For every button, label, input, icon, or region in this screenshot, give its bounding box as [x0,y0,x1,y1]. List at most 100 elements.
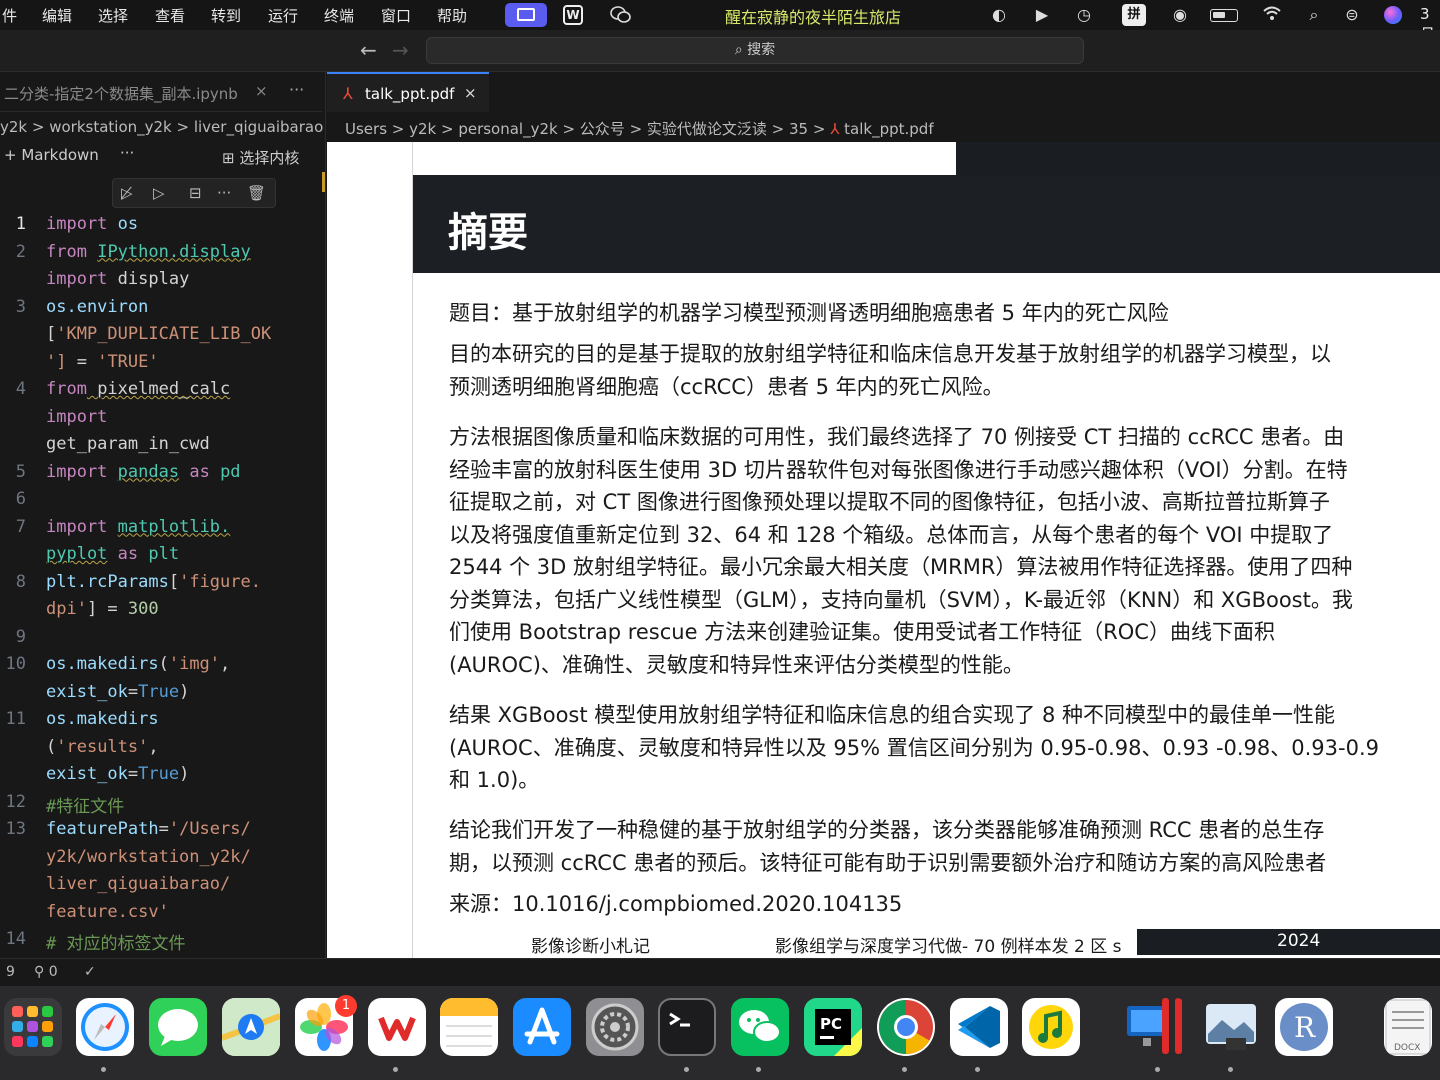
r-icon[interactable]: R [1275,998,1333,1056]
code-token: 'TRUE' [97,351,159,372]
code-line[interactable]: ['KMP_DUPLICATE_LIB_OK [0,324,306,351]
code-line[interactable]: y2k/workstation_y2k/ [0,847,306,874]
code-line[interactable]: ('results', [0,737,306,764]
user-icon[interactable]: ◉ [1170,5,1190,25]
more-icon[interactable]: ··· [120,144,134,162]
control-center-icon[interactable]: ⊜ [1342,5,1362,25]
code-line[interactable]: liver_qiguaibarao/ [0,874,306,901]
preview-icon[interactable] [1202,998,1260,1056]
time-machine-icon[interactable]: ◷ [1074,5,1094,25]
vscode-icon[interactable] [950,998,1008,1056]
music-icon[interactable] [1022,998,1080,1056]
add-markdown-button[interactable]: + Markdown [4,146,99,164]
terminal-icon[interactable] [658,998,716,1056]
more-cell-actions-icon[interactable]: ··· [217,184,231,202]
breadcrumb-file[interactable]: talk_ppt.pdf [844,120,933,138]
status-ports[interactable]: ⚲ 0 [34,964,58,980]
notes-icon[interactable] [440,998,498,1056]
siri-icon[interactable] [1384,6,1402,24]
spotlight-icon[interactable]: ⌕ [1304,5,1324,25]
menu-window[interactable]: 窗口 [381,5,411,26]
menu-help[interactable]: 帮助 [437,5,467,26]
select-kernel-button[interactable]: ⊞ 选择内核 [222,147,299,168]
menu-edit[interactable]: 编辑 [42,5,72,26]
pdf-tab[interactable]: ⅄ talk_ppt.pdf × [327,72,489,112]
code-line[interactable]: exist_ok=True) [0,682,306,709]
settings-icon[interactable] [586,998,644,1056]
menu-terminal[interactable]: 终端 [324,5,354,26]
code-line[interactable]: 7 import matplotlib. [0,517,306,544]
code-text: os.makedirs('img', [46,654,230,674]
close-icon[interactable]: × [255,82,268,100]
wps-menubar-icon[interactable]: W [563,5,583,25]
split-cell-icon[interactable]: ⊟ [189,184,202,202]
page-top-strip [413,142,956,175]
messages-icon[interactable] [149,998,207,1056]
abstract-line: 来源：10.1016/j.compbiomed.2020.104135 [449,892,903,916]
battery-icon[interactable] [1210,9,1238,22]
close-icon[interactable]: × [464,84,477,102]
wifi-icon[interactable] [1262,5,1282,25]
menu-file[interactable]: 件 [2,5,17,26]
back-arrow-icon[interactable]: ← [360,38,377,62]
code-line[interactable]: dpi'] = 300 [0,599,306,626]
code-line[interactable]: 9 [0,627,306,654]
menu-selection[interactable]: 选择 [98,5,128,26]
pdf-viewer[interactable]: 摘要 题目：基于放射组学的机器学习模型预测肾透明细胞癌患者 5 年内的死亡风险目… [327,142,1440,958]
code-line[interactable]: pyplot as plt [0,544,306,571]
code-line[interactable]: exist_ok=True) [0,764,306,791]
menu-run[interactable]: 运行 [268,5,298,26]
docx-icon[interactable]: DOCX [1384,998,1432,1056]
play-icon[interactable]: ▶︎ [1032,5,1052,25]
input-method-icon[interactable]: 拼 [1122,4,1146,26]
status-check-icon[interactable]: ✓ [84,964,96,980]
pycharm-icon[interactable]: PC [804,998,862,1056]
forward-arrow-icon[interactable]: → [392,38,409,62]
notebook-tab[interactable]: 二分类-指定2个数据集_副本.ipynb × ··· [0,72,322,112]
code-line[interactable]: 11 os.makedirs [0,709,306,736]
delete-cell-icon[interactable]: 🗑 [247,184,266,202]
code-line[interactable]: import [0,407,306,434]
code-line[interactable]: 13 featurePath='/Users/ [0,819,306,846]
code-line[interactable]: 12 #特征文件 [0,792,306,819]
more-actions-icon[interactable]: ··· [289,80,304,99]
code-line[interactable]: feature.csv' [0,902,306,929]
code-line[interactable]: 4 from pixelmed_calc [0,379,306,406]
run-above-icon[interactable]: ▷̸ [121,184,133,202]
status-errors[interactable]: 9 [6,964,15,980]
menu-go[interactable]: 转到 [211,5,241,26]
screen-share-icon[interactable] [505,3,547,27]
parallels-icon[interactable] [1125,998,1189,1056]
breadcrumb[interactable]: y2k > workstation_y2k > liver_qiguaibara… [0,112,325,142]
run-below-icon[interactable]: ▷ [153,184,165,202]
safari-icon[interactable] [76,998,134,1056]
breadcrumb[interactable]: Users > y2k > personal_y2k > 公众号 > 实验代做论… [326,112,1440,142]
breadcrumb-dirs[interactable]: Users > y2k > personal_y2k > 公众号 > 实验代做论… [345,120,830,138]
pycharm-label: PC [820,1015,842,1033]
wechat-icon[interactable] [731,998,789,1056]
chrome-icon[interactable] [877,998,935,1056]
code-line[interactable]: 5 import pandas as pd [0,462,306,489]
breadcrumb-path[interactable]: y2k > workstation_y2k > liver_qiguaibara… [0,118,325,136]
maps-icon[interactable] [222,998,280,1056]
code-cell[interactable]: 1 import os 2 from IPython.display import di… [0,214,306,954]
code-line[interactable]: 14 # 对应的标签文件 [0,929,306,956]
wechat-menubar-icon[interactable] [610,5,631,25]
code-line[interactable]: 6 [0,489,306,516]
code-line[interactable]: 3 os.environ [0,297,306,324]
code-line[interactable]: 2 from IPython.display [0,242,306,269]
globe-icon[interactable]: ◐ [989,5,1009,25]
code-line[interactable]: 8 plt.rcParams['figure. [0,572,306,599]
menu-view[interactable]: 查看 [155,5,185,26]
launchpad-icon[interactable] [4,998,62,1056]
code-line[interactable]: '] = 'TRUE' [0,352,306,379]
code-line[interactable]: import display [0,269,306,296]
code-line[interactable]: 10 os.makedirs('img', [0,654,306,681]
appstore-icon[interactable] [513,998,571,1056]
wps-icon[interactable] [368,998,426,1056]
code-line[interactable]: 1 import os [0,214,306,241]
breadcrumb-path[interactable]: Users > y2k > personal_y2k > 公众号 > 实验代做论… [345,118,934,139]
code-line[interactable]: get_param_in_cwd [0,434,306,461]
command-center-search[interactable]: ⌕ 搜索 [426,37,1084,64]
